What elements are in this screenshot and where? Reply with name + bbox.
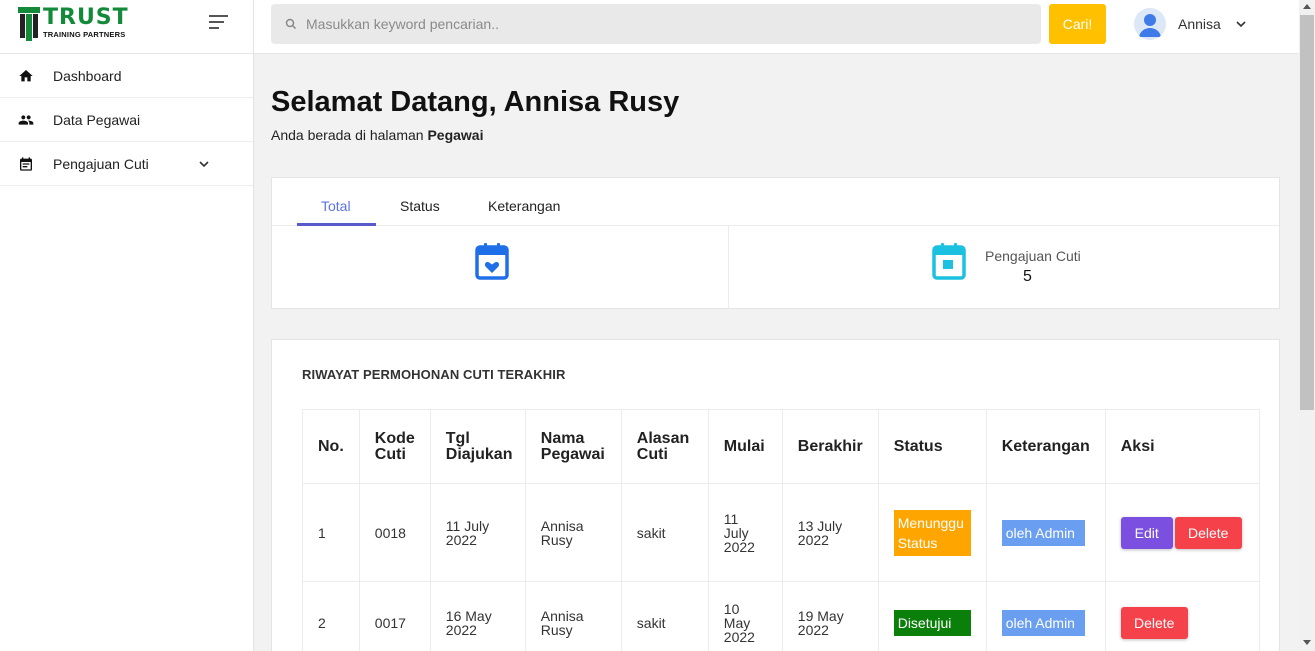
delete-button[interactable]: Delete bbox=[1174, 516, 1242, 549]
avatar bbox=[1134, 8, 1166, 40]
people-icon bbox=[18, 114, 34, 125]
page-subtitle: Anda berada di halaman Pegawai bbox=[271, 127, 483, 143]
cell-berakhir: 13 July 2022 bbox=[781, 483, 879, 582]
cell-alasan: sakit bbox=[620, 483, 709, 582]
tab-keterangan[interactable]: Keterangan bbox=[488, 198, 560, 214]
user-menu[interactable]: Annisa bbox=[1134, 8, 1247, 40]
tab-bar: Total Status Keterangan bbox=[272, 178, 1279, 226]
topbar: Cari! Annisa bbox=[254, 0, 1299, 54]
stat-panel-left bbox=[272, 226, 729, 309]
logo-text: TRUST TRAINING PARTNERS bbox=[43, 5, 129, 40]
cell-status: Menunggu Status bbox=[877, 483, 987, 582]
status-badge: Menunggu Status bbox=[893, 509, 971, 556]
cell-status: Disetujui bbox=[877, 581, 987, 651]
calendar-list-icon bbox=[20, 156, 32, 171]
cell-mulai: 11 July 2022 bbox=[707, 483, 783, 582]
cell-nama: Annisa Rusy bbox=[524, 581, 622, 651]
sidebar-item-label: Data Pegawai bbox=[53, 111, 141, 128]
scrollbar-thumb[interactable] bbox=[1300, 15, 1314, 410]
subtitle-prefix: Anda berada di halaman bbox=[271, 127, 428, 143]
col-header: Status bbox=[877, 409, 987, 484]
delete-button[interactable]: Delete bbox=[1120, 606, 1188, 639]
cell-keterangan: oleh Admin bbox=[985, 483, 1106, 582]
stats-card: Total Status Keterangan bbox=[271, 177, 1280, 309]
keterangan-badge: oleh Admin bbox=[1001, 609, 1085, 636]
stat-value: 5 bbox=[1023, 268, 1032, 285]
scroll-down-arrow-icon[interactable] bbox=[1303, 640, 1311, 645]
cell-kode: 0017 bbox=[358, 581, 431, 651]
scrollbar[interactable] bbox=[1299, 0, 1315, 651]
stat-label: Pengajuan Cuti bbox=[985, 248, 1081, 264]
col-header: Kode Cuti bbox=[358, 409, 431, 484]
edit-button[interactable]: Edit bbox=[1120, 516, 1173, 549]
cell-tgl: 11 July 2022 bbox=[429, 483, 526, 582]
sidebar-item-label: Pengajuan Cuti bbox=[53, 155, 149, 172]
scroll-up-arrow-icon[interactable] bbox=[1303, 4, 1311, 9]
cell-aksi: Edit Delete bbox=[1104, 483, 1260, 582]
subtitle-page: Pegawai bbox=[427, 127, 484, 143]
calendar-event-icon bbox=[932, 243, 966, 280]
col-header: No. bbox=[302, 409, 360, 484]
history-title: RIWAYAT PERMOHONAN CUTI TERAKHIR bbox=[302, 367, 566, 382]
search-button[interactable]: Cari! bbox=[1049, 4, 1106, 44]
cell-no: 1 bbox=[302, 483, 360, 582]
logo[interactable]: TRUST TRAINING PARTNERS bbox=[18, 7, 129, 41]
menu-toggle-icon[interactable] bbox=[209, 15, 229, 31]
table-row: 2 0017 16 May 2022 Annisa Rusy sakit 10 … bbox=[302, 581, 1260, 651]
col-header: Keterangan bbox=[985, 409, 1106, 484]
col-header: Berakhir bbox=[781, 409, 879, 484]
sidebar-item-pengajuan-cuti[interactable]: Pengajuan Cuti bbox=[0, 142, 253, 186]
col-header: Aksi bbox=[1104, 409, 1260, 484]
cell-mulai: 10 May 2022 bbox=[707, 581, 783, 651]
calendar-heart-icon bbox=[475, 243, 509, 280]
col-header: Alasan Cuti bbox=[620, 409, 709, 484]
sidebar-item-dashboard[interactable]: Dashboard bbox=[0, 54, 253, 98]
logo-subtitle: TRAINING PARTNERS bbox=[43, 30, 126, 39]
logo-word: TRUST bbox=[43, 5, 129, 30]
chevron-down-icon bbox=[1236, 21, 1246, 28]
tab-status[interactable]: Status bbox=[400, 198, 440, 214]
table-row: 1 0018 11 July 2022 Annisa Rusy sakit 11… bbox=[302, 483, 1260, 582]
home-icon bbox=[19, 69, 33, 81]
cell-nama: Annisa Rusy bbox=[524, 483, 622, 582]
cell-berakhir: 19 May 2022 bbox=[781, 581, 879, 651]
sidebar-item-data-pegawai[interactable]: Data Pegawai bbox=[0, 98, 253, 142]
sidebar-item-label: Dashboard bbox=[53, 67, 122, 84]
search-bar bbox=[271, 4, 1041, 44]
user-name: Annisa bbox=[1178, 16, 1221, 32]
page-title: Selamat Datang, Annisa Rusy bbox=[271, 86, 680, 118]
cell-tgl: 16 May 2022 bbox=[429, 581, 526, 651]
col-header: Mulai bbox=[707, 409, 783, 484]
col-header: Tgl Diajukan bbox=[429, 409, 526, 484]
user-avatar-icon bbox=[1139, 14, 1161, 37]
cell-keterangan: oleh Admin bbox=[985, 581, 1106, 651]
table-header-row: No. Kode Cuti Tgl Diajukan Nama Pegawai … bbox=[302, 409, 1260, 484]
history-card: RIWAYAT PERMOHONAN CUTI TERAKHIR No. Kod… bbox=[271, 339, 1280, 651]
keterangan-badge: oleh Admin bbox=[1001, 519, 1085, 546]
col-header: Nama Pegawai bbox=[524, 409, 622, 484]
cell-no: 2 bbox=[302, 581, 360, 651]
cell-aksi: Delete bbox=[1104, 581, 1260, 651]
search-icon bbox=[285, 18, 297, 30]
search-input[interactable] bbox=[306, 16, 1006, 32]
cell-alasan: sakit bbox=[620, 581, 709, 651]
tab-total[interactable]: Total bbox=[321, 198, 351, 214]
leave-history-table: No. Kode Cuti Tgl Diajukan Nama Pegawai … bbox=[302, 409, 1260, 651]
sidebar: TRUST TRAINING PARTNERS Dashboard Data P… bbox=[0, 0, 254, 651]
status-badge: Disetujui bbox=[893, 609, 971, 636]
trust-logo-icon bbox=[18, 7, 40, 41]
brand-bar: TRUST TRAINING PARTNERS bbox=[0, 0, 253, 54]
chevron-down-icon[interactable] bbox=[198, 158, 210, 170]
cell-kode: 0018 bbox=[358, 483, 431, 582]
